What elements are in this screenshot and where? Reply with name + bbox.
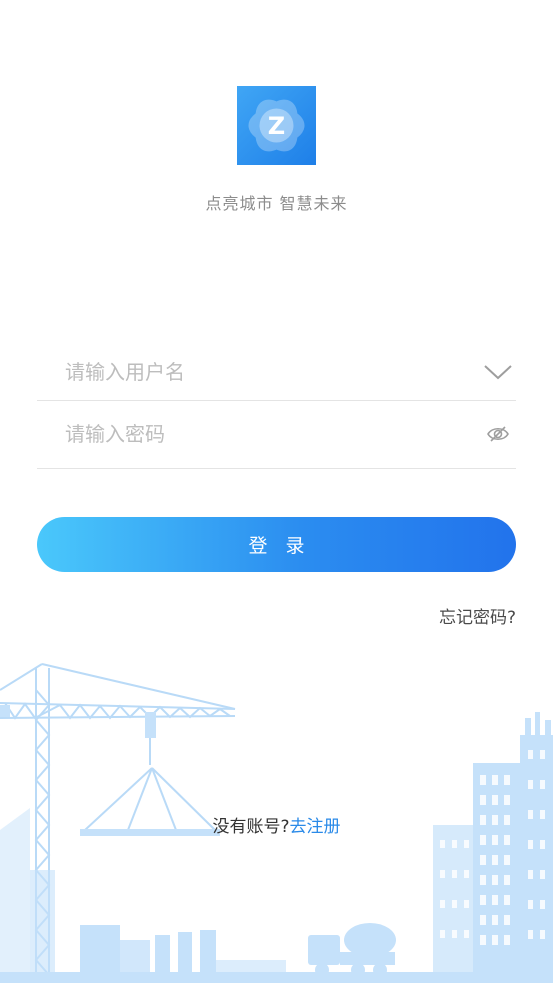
username-field	[37, 332, 516, 406]
password-field	[37, 400, 516, 469]
no-account-prompt: 没有账号?	[212, 817, 290, 837]
app-logo: Z	[237, 86, 316, 165]
password-input[interactable]	[65, 400, 465, 468]
chevron-down-icon[interactable]	[480, 338, 516, 406]
username-input[interactable]	[65, 338, 465, 406]
register-row: 没有账号?去注册	[0, 812, 553, 837]
login-button[interactable]: 登 录	[37, 517, 516, 572]
forgot-password-link[interactable]: 忘记密码?	[439, 603, 516, 628]
app-slogan: 点亮城市 智慧未来	[205, 194, 348, 213]
register-link[interactable]: 去注册	[290, 817, 341, 837]
logo-letter: Z	[268, 112, 285, 140]
eye-off-icon[interactable]	[480, 400, 516, 468]
